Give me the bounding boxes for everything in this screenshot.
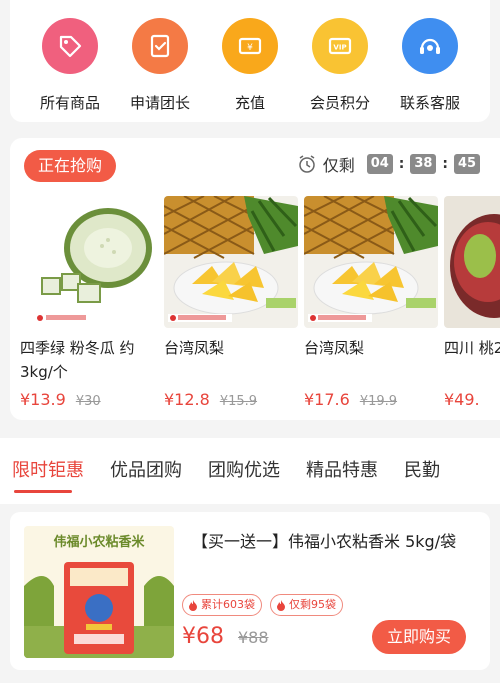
product-card[interactable]: 四季绿 粉冬瓜 约3kg/个 ¥13.9 ¥30: [20, 196, 154, 409]
product-price: ¥12.8: [164, 390, 210, 409]
product-old-price: ¥15.9: [219, 394, 258, 409]
deal-tags: 累计603袋 仅剩95袋: [182, 594, 343, 616]
deal-title: 【买一送一】伟福小农粘香米 5kg/袋: [192, 532, 457, 551]
category-apply-leader[interactable]: 申请团长: [118, 18, 202, 122]
product-card[interactable]: 四川 桃24 ¥49.: [444, 196, 500, 409]
category-tabs: 限时钜惠 优品团购 团购优选 精品特惠 民勤: [0, 438, 500, 504]
alarm-clock-icon: [299, 155, 315, 173]
product-card[interactable]: 台湾凤梨 ¥17.6 ¥19.9: [304, 196, 438, 409]
product-name: 四季绿 粉冬瓜 约3kg/个: [20, 339, 135, 381]
product-price-row: ¥17.6 ¥19.9: [304, 390, 438, 409]
product-image-rice: 伟福小农粘香米: [24, 526, 174, 658]
flash-sale-product-list: 四季绿 粉冬瓜 约3kg/个 ¥13.9 ¥30 台湾凤梨 ¥12.8 ¥15.…: [10, 196, 500, 416]
category-bar: 所有商品 申请团长 ¥ 充值 VIP 会员积分 联系客服: [10, 0, 490, 122]
product-price-row: ¥13.9 ¥30: [20, 390, 154, 409]
stock-left-tag: 仅剩95袋: [270, 594, 343, 616]
stock-left-text: 仅剩95袋: [289, 598, 336, 611]
product-name: 四川 桃24: [444, 339, 500, 357]
recharge-card-icon: ¥: [222, 18, 278, 74]
product-price: ¥49.: [444, 390, 480, 409]
svg-text:VIP: VIP: [333, 44, 346, 52]
countdown-timer: 仅剩 04 : 38 : 45: [297, 152, 480, 176]
product-price: ¥13.9: [20, 390, 66, 409]
sold-count-tag: 累计603袋: [182, 594, 262, 616]
product-image-peach: [444, 196, 500, 328]
product-old-price: ¥30: [75, 394, 101, 409]
product-price-row: ¥49.: [444, 390, 500, 409]
category-customer-service[interactable]: 联系客服: [388, 18, 472, 122]
product-name: 台湾凤梨: [164, 339, 225, 357]
countdown-hours: 04: [366, 154, 393, 174]
category-label: 申请团长: [129, 94, 190, 112]
tag-icon: [42, 18, 98, 74]
category-label: 会员积分: [309, 94, 370, 112]
deal-price: ¥68: [182, 624, 224, 649]
product-name: 台湾凤梨: [304, 339, 365, 357]
countdown-separator: :: [398, 156, 405, 172]
product-image-pineapple: [304, 196, 438, 328]
countdown-seconds: 45: [454, 154, 480, 174]
countdown-minutes: 38: [410, 154, 437, 174]
product-old-price: ¥19.9: [359, 394, 398, 409]
category-all-products[interactable]: 所有商品: [28, 18, 112, 122]
flash-sale-badge[interactable]: 正在抢购: [24, 150, 117, 182]
product-card[interactable]: 台湾凤梨 ¥12.8 ¥15.9: [164, 196, 298, 409]
deal-price-row: ¥68 ¥88: [182, 624, 269, 649]
vip-card-icon: VIP: [312, 18, 368, 74]
tab-group-buy-selection[interactable]: 团购优选: [208, 438, 280, 504]
buy-now-button[interactable]: 立即购买: [372, 620, 466, 654]
fire-icon: [189, 600, 197, 611]
headset-icon: [402, 18, 458, 74]
svg-text:¥: ¥: [247, 43, 253, 53]
product-image-pineapple: [164, 196, 298, 328]
rice-brand-text: 伟福小农粘香米: [53, 534, 145, 550]
category-label: 所有商品: [39, 94, 100, 112]
flash-sale-section: 正在抢购 仅剩 04 : 38 : 45 四季绿 粉冬瓜 约3kg/个 ¥13.…: [10, 138, 500, 420]
countdown-label: 仅剩: [322, 156, 355, 175]
product-price: ¥17.6: [304, 390, 350, 409]
category-recharge[interactable]: ¥ 充值: [208, 18, 292, 122]
category-label: 联系客服: [399, 94, 460, 112]
fire-icon: [277, 600, 285, 611]
deal-card[interactable]: 伟福小农粘香米 【买一送一】伟福小农粘香米 5kg/袋 累计603袋 仅剩95袋…: [10, 512, 490, 670]
tab-minqin[interactable]: 民勤: [404, 438, 440, 504]
sold-count-text: 累计603袋: [201, 598, 255, 611]
tab-premium-group-buy[interactable]: 优品团购: [110, 438, 182, 504]
product-image-winter-melon: [20, 196, 154, 328]
deal-old-price: ¥88: [238, 628, 269, 647]
product-price-row: ¥12.8 ¥15.9: [164, 390, 298, 409]
countdown-separator: :: [442, 156, 448, 172]
tab-limited-time-deals[interactable]: 限时钜惠: [12, 438, 84, 504]
category-member-points[interactable]: VIP 会员积分: [298, 18, 382, 122]
tab-premium-specials[interactable]: 精品特惠: [306, 438, 378, 504]
apply-form-icon: [132, 18, 188, 74]
category-label: 充值: [234, 94, 265, 112]
